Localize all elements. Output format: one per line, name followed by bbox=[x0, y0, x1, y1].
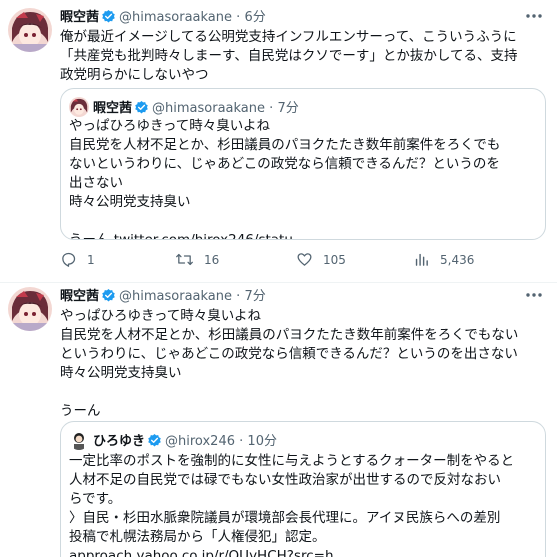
views-count: 5,436 bbox=[440, 253, 475, 267]
like-count: 105 bbox=[323, 253, 346, 267]
tweet-text: やっぱひろゆきって時々臭いよね 自民党を人材不足とか、杉田議員のパヨクたたき数年… bbox=[60, 307, 546, 421]
separator-dot: · bbox=[236, 10, 241, 25]
tweet-text-line: 自民党を人材不足とか、杉田議員のパヨクたたき数年前案件をろくでもない bbox=[60, 327, 519, 343]
quoted-tweet[interactable]: ひろゆき @hirox246 · 10分 一定比率のポストを強制的に女性に与えよう… bbox=[60, 421, 546, 557]
quoted-text-line: 出さない bbox=[69, 175, 123, 191]
separator-dot: · bbox=[239, 434, 244, 449]
quoted-text-line: 投稿で札幌法務局から「人権侵犯」認定。 bbox=[69, 529, 326, 545]
tweet-text-line: 「共産党も批判時々しまーす、自民党はクソでーす」とか抜かしてる、支持 bbox=[60, 48, 518, 64]
quoted-timestamp: 10分 bbox=[247, 434, 277, 449]
avatar[interactable] bbox=[8, 287, 52, 331]
quoted-user-handle: @hirox246 bbox=[165, 434, 235, 449]
tweet-text-line: 俺が最近イメージしてる公明党支持インフルエンサーって、こういうふうに bbox=[60, 29, 517, 45]
tweet-text-line: というわりに、じゃあどこの政党なら信頼できるんだ？というのを出さない bbox=[60, 346, 518, 362]
tweet-text-line: 政党明らかにしないやつ bbox=[60, 67, 209, 83]
user-handle[interactable]: @himasoraakane bbox=[119, 289, 232, 304]
quoted-tweet-text: やっぱひろゆきって時々臭いよね 自民党を人材不足とか、杉田議員のパヨクたたき数年… bbox=[69, 117, 539, 239]
retweet-count: 16 bbox=[204, 253, 220, 267]
quoted-text-line: 一定比率のポストを強制的に女性に与えようとするクォーター制をやると bbox=[69, 453, 515, 469]
tweet-text-line bbox=[60, 383, 546, 402]
display-name[interactable]: 暇空茜 bbox=[60, 289, 99, 304]
quoted-avatar bbox=[69, 430, 89, 450]
reply-count: 1 bbox=[87, 253, 95, 267]
user-handle[interactable]: @himasoraakane bbox=[119, 10, 232, 25]
display-name[interactable]: 暇空茜 bbox=[60, 10, 99, 25]
retweet-button[interactable]: 16 bbox=[175, 250, 219, 270]
like-icon bbox=[297, 253, 312, 266]
quoted-text-line: 人材不足の自民党では碌でもない女性政治家が出世するので反対なおい bbox=[69, 472, 501, 488]
timestamp[interactable]: 6分 bbox=[244, 10, 265, 25]
quoted-link-line[interactable]: approach.yahoo.co.jp/r/QUyHCH?src=h... bbox=[69, 547, 539, 557]
quoted-text-line: ないというわりに、じゃあどこの政党なら信頼できるんだ？というのを bbox=[69, 156, 500, 172]
more-icon[interactable] bbox=[523, 287, 545, 301]
avatar[interactable] bbox=[8, 8, 52, 52]
tweet[interactable]: 暇空茜 @himasoraakane · 7分 やっぱひろゆきって時々臭いよね 自… bbox=[0, 283, 557, 557]
retweet-icon bbox=[176, 253, 193, 266]
quoted-avatar bbox=[69, 97, 89, 117]
tweet-header: 暇空茜 @himasoraakane · 6分 bbox=[60, 8, 266, 28]
views-button[interactable]: 5,436 bbox=[413, 250, 474, 270]
quoted-tweet-header: ひろゆき @hirox246 · 10分 bbox=[69, 430, 277, 450]
quoted-display-name: ひろゆき bbox=[93, 434, 146, 449]
quoted-timestamp: 7分 bbox=[277, 101, 299, 116]
tweet-text-line: やっぱひろゆきって時々臭いよね bbox=[60, 308, 262, 324]
tweet-actions: 1 16 105 5,436 bbox=[60, 250, 546, 270]
separator-dot: · bbox=[269, 101, 274, 116]
quoted-text-line: やっぱひろゆきって時々臭いよね bbox=[69, 118, 271, 134]
more-icon[interactable] bbox=[523, 8, 545, 22]
like-button[interactable]: 105 bbox=[296, 250, 346, 270]
quoted-display-name: 暇空茜 bbox=[93, 101, 133, 116]
quoted-text-line bbox=[69, 212, 539, 231]
quoted-text-line: 自民党を人材不足とか、杉田議員のパヨクたたき数年前案件をろくでも bbox=[69, 137, 501, 153]
reply-icon bbox=[62, 252, 76, 267]
tweet-text-line: うーん bbox=[60, 403, 101, 419]
quoted-text-line: らです。 bbox=[69, 491, 122, 507]
views-icon bbox=[415, 253, 428, 266]
quoted-tweet-text: 一定比率のポストを強制的に女性に与えようとするクォーター制をやると 人材不足の自… bbox=[69, 452, 539, 557]
quoted-link-line[interactable]: うーん twitter.com/hirox246/statu... bbox=[69, 231, 539, 239]
timestamp[interactable]: 7分 bbox=[244, 289, 265, 304]
quoted-text-line: 時々公明党支持臭い bbox=[69, 194, 191, 210]
reply-button[interactable]: 1 bbox=[60, 250, 95, 270]
tweet[interactable]: 暇空茜 @himasoraakane · 6分 俺が最近イメージしてる公明党支持イ… bbox=[0, 0, 557, 283]
tweet-header: 暇空茜 @himasoraakane · 7分 bbox=[60, 287, 266, 307]
quoted-user-handle: @himasoraakane bbox=[152, 101, 266, 116]
tweet-text: 俺が最近イメージしてる公明党支持インフルエンサーって、こういうふうに 「共産党も… bbox=[60, 28, 546, 85]
quoted-tweet-header: 暇空茜 @himasoraakane · 7分 bbox=[69, 97, 299, 117]
tweet-text-line: 時々公明党支持臭い bbox=[60, 365, 182, 381]
separator-dot: · bbox=[236, 289, 241, 304]
quoted-tweet[interactable]: 暇空茜 @himasoraakane · 7分 やっぱひろゆきって時々臭いよね 自… bbox=[60, 88, 546, 240]
quoted-text-line: 〉自民・杉田水脈衆院議員が環境部会長代理に。アイヌ民族らへの差別 bbox=[69, 510, 501, 526]
